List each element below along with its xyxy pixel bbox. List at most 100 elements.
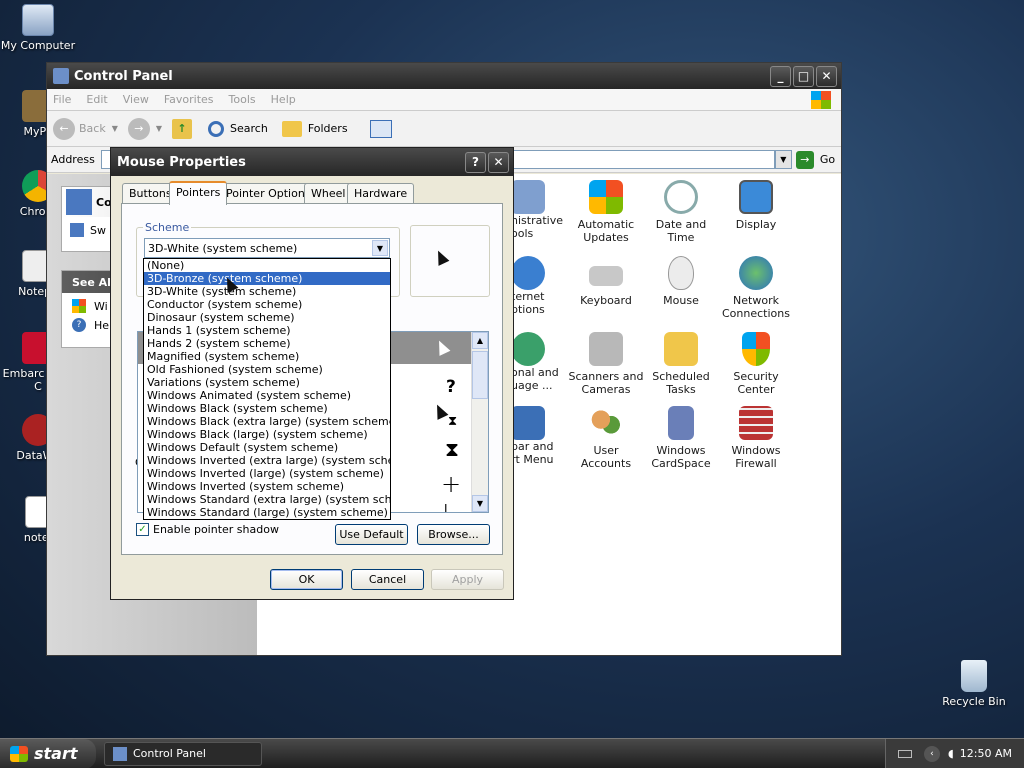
menu-view[interactable]: View — [123, 93, 149, 106]
help-button[interactable]: ? — [465, 151, 486, 173]
chevron-down-icon[interactable]: ▼ — [372, 240, 388, 256]
windows-update-icon — [72, 299, 86, 313]
tab-wheel[interactable]: Wheel — [304, 183, 353, 203]
scanner-icon — [589, 332, 623, 366]
tab-pointers[interactable]: Pointers — [169, 181, 228, 205]
use-default-button[interactable]: Use Default — [335, 524, 408, 545]
desktop-icon-my-computer[interactable]: My Computer — [0, 4, 76, 52]
scroll-down-button[interactable]: ▼ — [472, 495, 488, 512]
switch-view-link[interactable]: Sw — [90, 224, 106, 237]
scheme-option[interactable]: Windows Inverted (system scheme) — [144, 480, 390, 493]
chevron-down-icon[interactable]: ▼ — [156, 124, 162, 133]
address-dropdown-button[interactable]: ▼ — [774, 150, 792, 169]
cp-item-security-center[interactable]: Security Center — [717, 332, 795, 396]
cp-item-scheduled-tasks[interactable]: Scheduled Tasks — [642, 332, 720, 396]
scheme-option[interactable]: Windows Black (extra large) (system sche… — [144, 415, 390, 428]
start-button[interactable]: start — [0, 738, 96, 768]
scheme-option[interactable]: Windows Black (system scheme) — [144, 402, 390, 415]
tab-pointer-options[interactable]: Pointer Options — [219, 183, 318, 203]
scheme-option[interactable]: 3D-Bronze (system scheme) — [144, 272, 390, 285]
cp-item-regional-language[interactable]: onal and uage ... — [511, 332, 565, 392]
search-button[interactable]: Search — [230, 122, 268, 135]
tab-hardware[interactable]: Hardware — [347, 183, 415, 203]
cp-item-internet-options[interactable]: ternet ptions — [511, 256, 565, 316]
cp-item-windows-firewall[interactable]: Windows Firewall — [717, 406, 795, 470]
firewall-icon — [739, 406, 773, 440]
switch-view-icon[interactable] — [70, 223, 84, 237]
cp-item-scanners-cameras[interactable]: Scanners and Cameras — [567, 332, 645, 396]
pointer-shadow-label: Enable pointer shadow — [153, 523, 279, 536]
forward-icon[interactable]: → — [127, 117, 150, 140]
cp-item-mouse[interactable]: Mouse — [642, 256, 720, 307]
pointer-shadow-checkbox[interactable]: ✓ Enable pointer shadow — [136, 523, 279, 536]
apply-button[interactable]: Apply — [431, 569, 504, 590]
cp-item-windows-cardspace[interactable]: Windows CardSpace — [642, 406, 720, 470]
cp-item-display[interactable]: Display — [717, 180, 795, 231]
back-icon[interactable]: ← — [53, 117, 75, 140]
up-folder-icon[interactable]: ↑ — [172, 118, 193, 139]
cp-item-keyboard[interactable]: Keyboard — [567, 256, 645, 307]
dialog-title-bar[interactable]: Mouse Properties ? ✕ — [111, 148, 513, 176]
cp-item-taskbar-start-menu[interactable]: bar and rt Menu — [511, 406, 565, 466]
menu-help[interactable]: Help — [271, 93, 296, 106]
browse-button[interactable]: Browse... — [417, 524, 490, 545]
cp-item-automatic-updates[interactable]: Automatic Updates — [567, 180, 645, 244]
keyboard-icon[interactable] — [897, 749, 912, 758]
maximize-button[interactable]: □ — [793, 65, 814, 87]
windows-update-link[interactable]: Wi — [94, 300, 108, 313]
window-title: Control Panel — [74, 68, 173, 84]
scheme-select[interactable]: 3D-White (system scheme) ▼ — [144, 238, 390, 258]
title-bar[interactable]: Control Panel _ □ ✕ — [47, 63, 841, 89]
views-icon[interactable] — [369, 119, 392, 138]
recycle-bin-icon — [961, 660, 987, 692]
scheme-option[interactable]: (None) — [144, 259, 390, 272]
menu-favorites[interactable]: Favorites — [164, 93, 214, 106]
scheme-option[interactable]: Windows Standard (large) (system scheme) — [144, 506, 390, 519]
cp-item-user-accounts[interactable]: User Accounts — [567, 406, 645, 470]
scheme-option[interactable]: Windows Inverted (extra large) (system s… — [144, 454, 390, 467]
scheme-option[interactable]: 3D-White (system scheme) — [144, 285, 390, 298]
scheme-option[interactable]: Conductor (system scheme) — [144, 298, 390, 311]
menu-tools[interactable]: Tools — [229, 93, 256, 106]
scheme-option[interactable]: Old Fashioned (system scheme) — [144, 363, 390, 376]
folders-icon[interactable] — [281, 120, 302, 137]
scheme-option[interactable]: Windows Black (large) (system scheme) — [144, 428, 390, 441]
scroll-thumb[interactable] — [472, 351, 488, 399]
scheme-option[interactable]: Windows Inverted (large) (system scheme) — [144, 467, 390, 480]
scheme-option[interactable]: Variations (system scheme) — [144, 376, 390, 389]
task-label: Control Panel — [133, 747, 206, 760]
taskbar-task-control-panel[interactable]: Control Panel — [104, 741, 262, 766]
scheme-option[interactable]: Dinosaur (system scheme) — [144, 311, 390, 324]
help-link[interactable]: He — [94, 319, 109, 332]
desktop-icon-recycle-bin[interactable]: Recycle Bin — [936, 660, 1012, 708]
cancel-button[interactable]: Cancel — [351, 569, 424, 590]
scheme-option[interactable]: Hands 1 (system scheme) — [144, 324, 390, 337]
go-arrow-icon[interactable]: → — [795, 150, 814, 169]
scheme-option[interactable]: Windows Standard (extra large) (system s… — [144, 493, 390, 506]
tray-collapse-icon[interactable]: ‹ — [923, 745, 940, 762]
close-button[interactable]: ✕ — [488, 151, 509, 173]
scheme-option[interactable]: Hands 2 (system scheme) — [144, 337, 390, 350]
close-button[interactable]: ✕ — [816, 65, 837, 87]
cp-item-network-connections[interactable]: Network Connections — [717, 256, 795, 320]
scheme-option[interactable]: Windows Animated (system scheme) — [144, 389, 390, 402]
list-scrollbar[interactable]: ▲ ▼ — [471, 332, 488, 512]
scroll-up-button[interactable]: ▲ — [472, 332, 488, 349]
go-button[interactable]: Go — [820, 153, 835, 166]
checkbox-box[interactable]: ✓ — [136, 523, 149, 536]
menu-file[interactable]: File — [53, 93, 71, 106]
scheme-option[interactable]: Windows Default (system scheme) — [144, 441, 390, 454]
ok-button[interactable]: OK — [270, 569, 343, 590]
cp-item-administrative-tools[interactable]: nistrative ools — [511, 180, 565, 240]
scheme-dropdown-list[interactable]: (None) 3D-Bronze (system scheme) 3D-White … — [143, 258, 391, 520]
back-label[interactable]: Back — [79, 122, 106, 135]
chevron-down-icon[interactable]: ▼ — [112, 124, 118, 133]
menu-edit[interactable]: Edit — [86, 93, 107, 106]
menu-bar: File Edit View Favorites Tools Help — [47, 89, 841, 111]
folders-button[interactable]: Folders — [308, 122, 348, 135]
cp-item-date-and-time[interactable]: Date and Time — [642, 180, 720, 244]
scheme-option[interactable]: Magnified (system scheme) — [144, 350, 390, 363]
minimize-button[interactable]: _ — [770, 65, 791, 87]
volume-icon[interactable]: ◖ — [948, 747, 954, 760]
search-icon[interactable] — [208, 120, 225, 137]
